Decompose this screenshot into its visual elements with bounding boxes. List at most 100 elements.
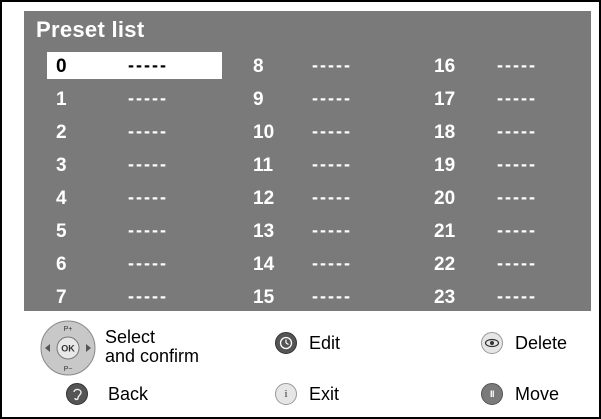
legend-exit-label: Exit xyxy=(309,383,340,404)
preset-row-3[interactable]: 3 ----- xyxy=(47,151,222,184)
preset-name: ----- xyxy=(312,55,352,75)
legend-select-line1: Select xyxy=(105,326,156,347)
legend-move-label: Move xyxy=(515,383,560,404)
preset-number: 17 xyxy=(434,89,456,110)
preset-name: ----- xyxy=(128,121,168,141)
dpad-ok-icon: OK P+ P− xyxy=(40,320,96,376)
preset-column-2: 8 ----- 9 ----- 10 ----- 11 ----- 12 ---… xyxy=(244,52,419,316)
preset-number: 21 xyxy=(434,221,456,242)
preset-name: ----- xyxy=(497,187,537,207)
preset-name: ----- xyxy=(497,286,537,306)
preset-name: ----- xyxy=(497,121,537,141)
preset-number: 12 xyxy=(253,188,275,209)
preset-number: 10 xyxy=(253,122,275,143)
preset-list-panel: Preset list 0 ----- 1 ----- 2 ----- 3 --… xyxy=(24,11,591,311)
preset-number: 5 xyxy=(56,221,67,242)
pause-icon-glyph: II xyxy=(489,389,495,399)
preset-row-13[interactable]: 13 ----- xyxy=(244,217,419,250)
preset-row-10[interactable]: 10 ----- xyxy=(244,118,419,151)
legend-delete-label: Delete xyxy=(515,332,568,353)
preset-number: 1 xyxy=(56,89,67,110)
preset-name: ----- xyxy=(128,286,168,306)
preset-number: 15 xyxy=(253,287,275,308)
preset-name: ----- xyxy=(497,55,537,75)
preset-row-5[interactable]: 5 ----- xyxy=(47,217,222,250)
preset-row-1[interactable]: 1 ----- xyxy=(47,85,222,118)
page-title: Preset list xyxy=(36,17,145,42)
preset-number: 18 xyxy=(434,122,456,143)
legend-edit: Edit xyxy=(275,332,340,354)
dpad-ok-label: OK xyxy=(61,344,75,354)
clock-icon xyxy=(275,332,297,354)
preset-name: ----- xyxy=(497,154,537,174)
preset-name: ----- xyxy=(128,88,168,108)
preset-row-4[interactable]: 4 ----- xyxy=(47,184,222,217)
button-legend: OK P+ P− Select and confirm Edit Delete … xyxy=(2,312,601,419)
preset-name: ----- xyxy=(128,187,168,207)
preset-column-1: 0 ----- 1 ----- 2 ----- 3 ----- 4 ----- … xyxy=(47,52,222,316)
preset-number: 11 xyxy=(253,155,274,176)
preset-row-0[interactable]: 0 ----- xyxy=(47,52,222,79)
preset-number: 22 xyxy=(434,254,456,275)
preset-number: 4 xyxy=(56,188,67,209)
preset-name: ----- xyxy=(312,220,352,240)
preset-row-20[interactable]: 20 ----- xyxy=(425,184,587,217)
preset-row-17[interactable]: 17 ----- xyxy=(425,85,587,118)
preset-name: ----- xyxy=(312,121,352,141)
preset-name: ----- xyxy=(312,154,352,174)
preset-name: ----- xyxy=(128,220,168,240)
preset-number: 14 xyxy=(253,254,275,275)
info-icon-glyph: i xyxy=(284,388,288,400)
pause-icon: II xyxy=(481,383,503,405)
preset-number: 9 xyxy=(253,89,264,110)
preset-number: 23 xyxy=(434,287,456,308)
preset-name: ----- xyxy=(497,88,537,108)
preset-name: ----- xyxy=(312,286,352,306)
preset-number: 0 xyxy=(56,56,67,77)
preset-row-9[interactable]: 9 ----- xyxy=(244,85,419,118)
preset-name: ----- xyxy=(497,220,537,240)
preset-number: 8 xyxy=(253,56,264,77)
preset-number: 16 xyxy=(434,56,456,77)
legend-delete: Delete xyxy=(481,332,567,354)
preset-number: 6 xyxy=(56,254,67,275)
preset-number: 3 xyxy=(56,155,67,176)
preset-number: 7 xyxy=(56,287,67,308)
preset-name: ----- xyxy=(312,88,352,108)
dpad-up-label: P+ xyxy=(64,326,73,333)
eye-icon xyxy=(481,332,503,354)
preset-name: ----- xyxy=(312,253,352,273)
legend-edit-label: Edit xyxy=(309,332,341,353)
ear-icon xyxy=(66,383,88,405)
preset-row-6[interactable]: 6 ----- xyxy=(47,250,222,283)
preset-row-21[interactable]: 21 ----- xyxy=(425,217,587,250)
preset-column-3: 16 ----- 17 ----- 18 ----- 19 ----- 20 -… xyxy=(425,52,587,316)
legend-select-confirm: OK P+ P− Select and confirm xyxy=(39,319,199,377)
info-icon: i xyxy=(275,383,297,405)
preset-row-22[interactable]: 22 ----- xyxy=(425,250,587,283)
preset-row-11[interactable]: 11 ----- xyxy=(244,151,419,184)
preset-number: 20 xyxy=(434,188,456,209)
preset-row-8[interactable]: 8 ----- xyxy=(244,52,419,85)
preset-number: 13 xyxy=(253,221,275,242)
preset-number: 2 xyxy=(56,122,67,143)
legend-back-label: Back xyxy=(108,383,149,404)
preset-number: 19 xyxy=(434,155,456,176)
preset-name: ----- xyxy=(128,253,168,273)
legend-back: Back xyxy=(66,383,148,405)
preset-row-14[interactable]: 14 ----- xyxy=(244,250,419,283)
preset-name: ----- xyxy=(128,154,168,174)
preset-list-screen: Preset list 0 ----- 1 ----- 2 ----- 3 --… xyxy=(0,0,601,419)
legend-move: II Move xyxy=(481,383,559,405)
preset-row-16[interactable]: 16 ----- xyxy=(425,52,587,85)
preset-name: ----- xyxy=(312,187,352,207)
legend-exit: i Exit xyxy=(275,383,339,405)
legend-select-label: Select and confirm xyxy=(105,326,200,366)
preset-name: ----- xyxy=(128,55,168,75)
preset-row-12[interactable]: 12 ----- xyxy=(244,184,419,217)
preset-row-19[interactable]: 19 ----- xyxy=(425,151,587,184)
preset-row-2[interactable]: 2 ----- xyxy=(47,118,222,151)
preset-row-18[interactable]: 18 ----- xyxy=(425,118,587,151)
legend-select-line2: and confirm xyxy=(105,345,200,366)
preset-name: ----- xyxy=(497,253,537,273)
